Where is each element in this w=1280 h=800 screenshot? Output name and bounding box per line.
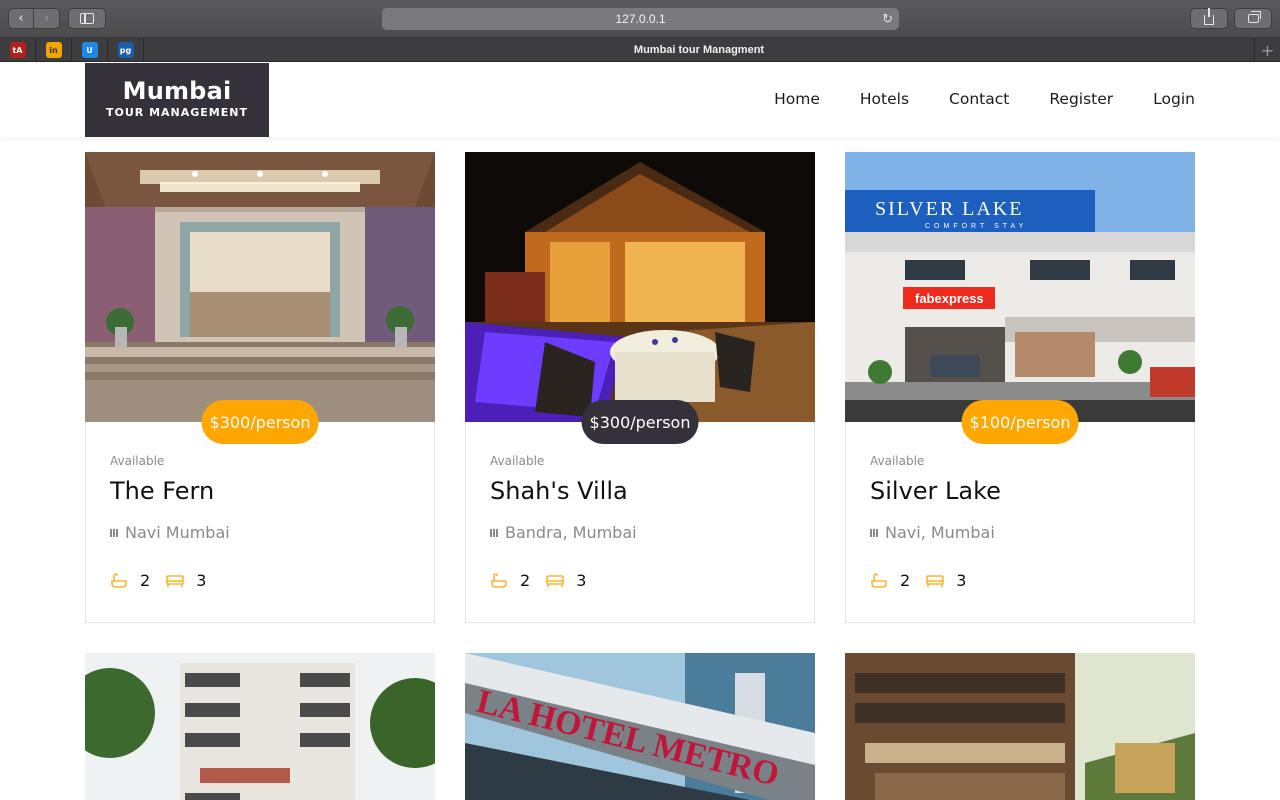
plus-icon: + (1260, 40, 1275, 60)
bathtub-icon (491, 572, 507, 588)
site-header: Mumbai TOUR MANAGEMENT Home Hotels Conta… (0, 63, 1280, 137)
hotel-card[interactable]: $300/person Available The Fern Navi Mumb… (85, 152, 435, 623)
availability-status: Available (110, 454, 165, 468)
bath-count: 2 (520, 571, 531, 590)
hotel-name[interactable]: Silver Lake (870, 477, 1001, 505)
nav-home[interactable]: Home (774, 90, 820, 108)
amenities: 2 3 (110, 571, 222, 590)
hotel-location: Navi Mumbai (110, 523, 230, 542)
hotel-card[interactable]: SILVER LAKE COMFORT STAY fabexpress $100… (845, 152, 1195, 623)
address-bar[interactable]: 127.0.0.1 ↻ (382, 8, 899, 30)
hotel-name[interactable]: Shah's Villa (490, 477, 628, 505)
hotel-photo[interactable]: SILVER LAKE COMFORT STAY fabexpress (845, 152, 1195, 422)
nav-contact[interactable]: Contact (949, 90, 1009, 108)
location-text: Navi, Mumbai (885, 523, 995, 542)
forward-button[interactable]: › (34, 8, 60, 29)
sidebar-icon (80, 13, 94, 24)
amenities: 2 3 (490, 571, 602, 590)
hotel-name[interactable]: The Fern (110, 477, 214, 505)
price-badge: $100/person (961, 400, 1079, 444)
location-text: Navi Mumbai (125, 523, 230, 542)
hotel-location: Bandra, Mumbai (490, 523, 637, 542)
tab-bar: tA in U pg Mumbai tour Managment + (0, 38, 1280, 62)
pinned-tab-3[interactable]: U (72, 38, 108, 62)
price-badge: $300/person (201, 400, 319, 444)
site-logo[interactable]: Mumbai TOUR MANAGEMENT (85, 63, 269, 137)
pinned-tab-1[interactable]: tA (0, 38, 36, 62)
share-button[interactable] (1190, 8, 1228, 29)
chevron-right-icon: › (43, 11, 50, 26)
availability-status: Available (490, 454, 545, 468)
amenities: 2 3 (870, 571, 982, 590)
favicon-icon: in (45, 42, 62, 58)
bed-count: 3 (956, 571, 967, 590)
bath-count: 2 (900, 571, 911, 590)
favicon-icon: pg (117, 42, 134, 58)
nav-hotels[interactable]: Hotels (860, 90, 909, 108)
bed-icon (926, 574, 944, 587)
price-badge: $300/person (581, 400, 699, 444)
logo-subtitle: TOUR MANAGEMENT (106, 106, 248, 119)
pinned-tab-4[interactable]: pg (108, 38, 144, 62)
tabs-icon (1247, 11, 1261, 23)
url-text: 127.0.0.1 (615, 12, 666, 26)
hotel-photo[interactable] (85, 152, 435, 422)
pinned-tab-2[interactable]: in (36, 38, 72, 62)
browser-toolbar: ‹ › 127.0.0.1 ↻ (0, 0, 1280, 38)
hotel-card[interactable]: $300/person Available Shah's Villa Bandr… (465, 152, 815, 623)
main-nav: Home Hotels Contact Register Login (734, 90, 1195, 108)
favicon-icon: tA (9, 42, 26, 58)
back-button[interactable]: ‹ (8, 8, 34, 29)
nav-login[interactable]: Login (1153, 90, 1195, 108)
bed-icon (166, 574, 184, 587)
hotel-location: Navi, Mumbai (870, 523, 995, 542)
logo-title: Mumbai (122, 77, 232, 105)
hotel-card-photo[interactable] (85, 653, 435, 800)
sign-subtext: COMFORT STAY (925, 223, 1027, 230)
history-buttons: ‹ › (8, 8, 60, 29)
chevron-left-icon: ‹ (18, 11, 24, 26)
sidebar-toggle-button[interactable] (68, 8, 106, 29)
hotel-card-photo[interactable]: LA HOTEL METRO (465, 653, 815, 800)
fabexpress-text: fabexpress (915, 291, 984, 306)
location-icon (110, 528, 120, 537)
hotel-card-photo[interactable] (845, 653, 1195, 800)
location-icon (490, 528, 500, 537)
bed-count: 3 (576, 571, 587, 590)
favicon-icon: U (81, 42, 98, 58)
bed-icon (546, 574, 564, 587)
reload-icon[interactable]: ↻ (882, 11, 893, 27)
active-tab-title[interactable]: Mumbai tour Managment (144, 38, 1254, 62)
bed-count: 3 (196, 571, 207, 590)
share-icon (1204, 8, 1214, 25)
availability-status: Available (870, 454, 925, 468)
bathtub-icon (871, 572, 887, 588)
nav-register[interactable]: Register (1049, 90, 1113, 108)
location-text: Bandra, Mumbai (505, 523, 637, 542)
new-tab-button[interactable]: + (1254, 38, 1280, 62)
hotel-photo[interactable] (465, 152, 815, 422)
bath-count: 2 (140, 571, 151, 590)
location-icon (870, 528, 880, 537)
bathtub-icon (111, 572, 127, 588)
show-tabs-button[interactable] (1234, 8, 1272, 29)
sign-text: SILVER LAKE (875, 198, 1023, 220)
